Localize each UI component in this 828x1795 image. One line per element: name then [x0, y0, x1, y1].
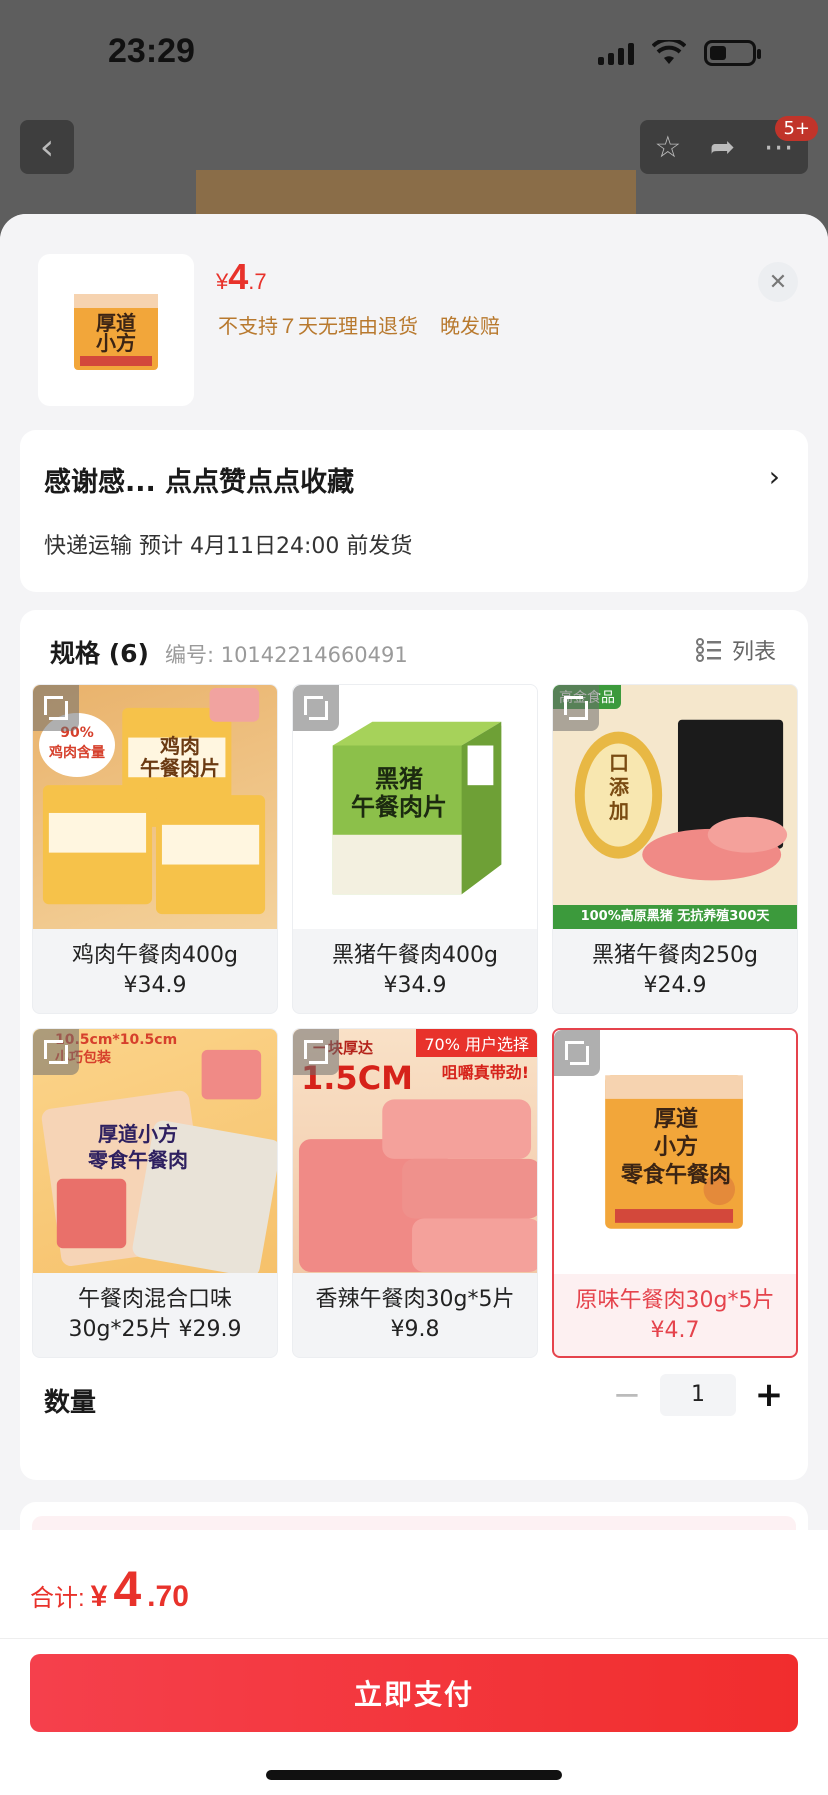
zoom-icon[interactable] [33, 685, 79, 731]
quantity-stepper: − 1 + [612, 1374, 784, 1416]
option-art-title: 鸡肉 午餐肉片 [140, 734, 220, 780]
option-price: ¥34.9 [383, 973, 447, 998]
option-name: 香辣午餐肉30g*5片 [315, 1287, 515, 1312]
battery-icon [704, 40, 761, 66]
spec-option-mixed-30g-25[interactable]: 厚道小方 零食午餐肉 10.5cm*10.5cm 小巧包装 午餐肉混合口味 30… [32, 1028, 278, 1358]
shipping-info-card[interactable]: 感谢感... 点点赞点点收藏 › 快递运输 预计 4月11日24:00 前发货 [20, 430, 808, 592]
pay-now-button[interactable]: 立即支付 [30, 1654, 798, 1732]
close-icon[interactable]: ✕ [758, 262, 798, 302]
product-box-image: 厚道 小方 [74, 294, 158, 370]
minus-icon[interactable]: − [612, 1375, 642, 1415]
spec-header: 规格 (6) 编号: 10142214660491 [50, 634, 408, 670]
option-image: 口 添 加 高金食品 100%高原黑猪 无抗养殖300天 [553, 685, 797, 929]
cart-badge: 5+ [775, 116, 818, 141]
option-image: 厚道小方 零食午餐肉 10.5cm*10.5cm 小巧包装 [33, 1029, 277, 1273]
spec-options-grid: 鸡肉 午餐肉片 90% 鸡肉含量 鸡肉午餐肉400g ¥34.9 黑猪 午餐肉片… [32, 684, 798, 1358]
list-label: 列表 [731, 640, 776, 665]
home-indicator[interactable] [266, 1770, 562, 1780]
option-price: ¥4.7 [650, 1318, 700, 1343]
option-image: 一块厚达 1.5CM 咀嚼真带劲! 70% 用户选择 [293, 1029, 537, 1273]
spec-title: 规格 (6) [50, 639, 149, 668]
address-title: 感谢感... 点点赞点点收藏 [44, 467, 355, 498]
no-return-note: 不支持７天无理由退货 [218, 314, 418, 338]
option-image: 黑猪 午餐肉片 [293, 685, 537, 929]
checkout-footer: 合计: ¥4.70 立即支付 [0, 1530, 828, 1795]
divider [0, 1638, 828, 1639]
wifi-icon [652, 40, 686, 64]
sku-selection-sheet: 厚道 小方 ¥4.7 不支持７天无理由退货 晚发赔 ✕ 感谢感... 点点赞点点… [0, 214, 828, 1795]
list-view-toggle[interactable]: 列表 [695, 634, 776, 666]
option-art-title: 厚道 小方 零食午餐肉 [620, 1107, 731, 1188]
option-name: 黑猪午餐肉400g [332, 943, 498, 968]
spec-option-original-30g-5[interactable]: 厚道 小方 零食午餐肉 原味午餐肉30g*5片 ¥4.7 [552, 1028, 798, 1358]
option-name: 黑猪午餐肉250g [592, 943, 758, 968]
quantity-input[interactable]: 1 [660, 1374, 736, 1416]
option-art-title: 黑猪 午餐肉片 [351, 765, 447, 821]
shipping-estimate: 快递运输 预计 4月11日24:00 前发货 [44, 534, 413, 559]
spec-option-black-pork-400g[interactable]: 黑猪 午餐肉片 黑猪午餐肉400g ¥34.9 [292, 684, 538, 1014]
late-compensation-note: 晚发赔 [440, 314, 500, 338]
total-price: 合计: ¥4.70 [30, 1561, 189, 1617]
option-art-sub2: 咀嚼真带劲! [441, 1063, 529, 1082]
share-icon[interactable]: ➦ [710, 130, 735, 165]
status-icons [598, 40, 761, 66]
option-price: ¥9.8 [390, 1317, 440, 1342]
list-icon [695, 638, 721, 662]
spec-option-black-pork-250g[interactable]: 口 添 加 高金食品 100%高原黑猪 无抗养殖300天 黑猪午餐肉250g ¥… [552, 684, 798, 1014]
option-hot-badge: 70% 用户选择 [416, 1029, 537, 1057]
total-label: 合计: [30, 1585, 85, 1612]
status-bar: 23:29 [0, 0, 828, 110]
option-image: 鸡肉 午餐肉片 90% 鸡肉含量 [33, 685, 277, 929]
star-icon[interactable]: ☆ [654, 130, 681, 165]
spec-option-spicy-30g-5[interactable]: 一块厚达 1.5CM 咀嚼真带劲! 70% 用户选择 香辣午餐肉30g*5片 ¥… [292, 1028, 538, 1358]
option-image: 厚道 小方 零食午餐肉 [554, 1030, 796, 1274]
spec-card: 规格 (6) 编号: 10142214660491 列表 鸡肉 午餐肉片 90%… [20, 610, 808, 1480]
product-thumbnail[interactable]: 厚道 小方 [38, 254, 194, 406]
option-art-title: 厚道小方 零食午餐肉 [88, 1122, 188, 1172]
status-time: 23:29 [108, 32, 195, 70]
zoom-icon[interactable] [553, 685, 599, 731]
option-price: ¥34.9 [123, 973, 187, 998]
option-art-tag: 100%高原黑猪 无抗养殖300天 [553, 905, 797, 929]
quantity-row: 数量 − 1 + [44, 1370, 784, 1430]
spec-code: 编号: 10142214660491 [164, 643, 408, 667]
plus-icon[interactable]: + [754, 1375, 784, 1415]
spec-option-chicken-400g[interactable]: 鸡肉 午餐肉片 90% 鸡肉含量 鸡肉午餐肉400g ¥34.9 [32, 684, 278, 1014]
svg-text:小方: 小方 [96, 331, 136, 355]
zoom-icon[interactable] [33, 1029, 79, 1075]
back-icon[interactable]: ‹ [20, 120, 74, 174]
zoom-icon[interactable] [554, 1030, 600, 1076]
quantity-label: 数量 [44, 1388, 97, 1418]
option-art-title: 口 添 加 [609, 751, 629, 823]
option-price: ¥24.9 [643, 973, 707, 998]
sheet-header: 厚道 小方 ¥4.7 不支持７天无理由退货 晚发赔 ✕ [0, 214, 828, 430]
chevron-right-icon: › [768, 460, 780, 493]
zoom-icon[interactable] [293, 1029, 339, 1075]
zoom-icon[interactable] [293, 685, 339, 731]
option-name-price: 午餐肉混合口味 30g*25片 ¥29.9 [68, 1287, 242, 1342]
option-name: 原味午餐肉30g*5片 [575, 1288, 775, 1313]
signal-icon [598, 41, 634, 65]
service-notes: 不支持７天无理由退货 晚发赔 [218, 310, 500, 339]
option-name: 鸡肉午餐肉400g [72, 943, 238, 968]
selected-price: ¥4.7 [216, 256, 267, 297]
